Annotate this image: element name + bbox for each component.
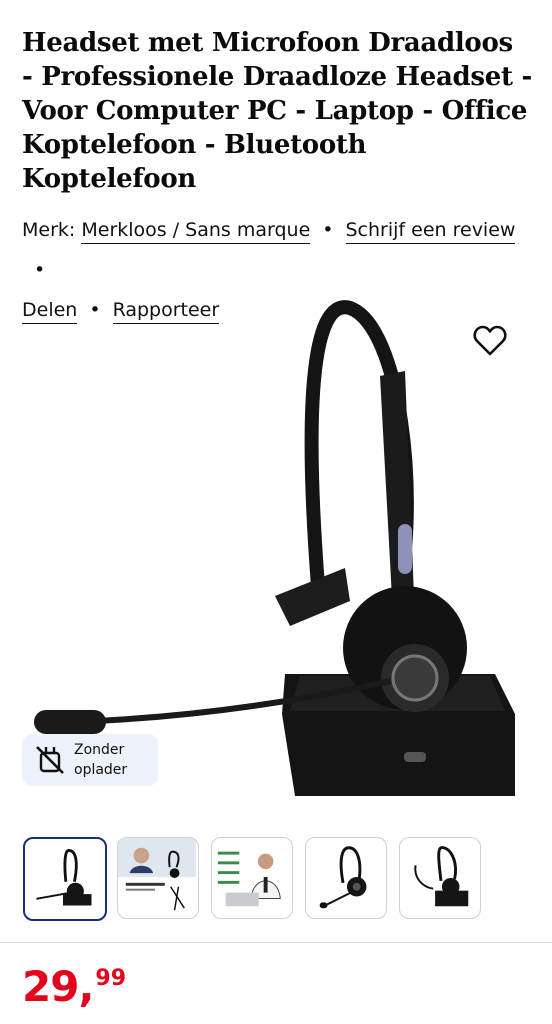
price-whole: 29 bbox=[22, 962, 79, 1011]
thumbnail-strip bbox=[23, 837, 543, 921]
product-title: Headset met Microfoon Draadloos - Profes… bbox=[22, 28, 532, 194]
badge-line-1: Zonder bbox=[74, 742, 125, 758]
separator-dot: • bbox=[34, 259, 46, 281]
price: 29,99 bbox=[22, 962, 126, 1011]
divider bbox=[0, 942, 552, 943]
brand-link[interactable]: Merkloos / Sans marque bbox=[81, 219, 311, 244]
no-charger-text: Zonder oplader bbox=[74, 740, 127, 780]
thumb-headset-dock[interactable] bbox=[23, 837, 107, 921]
thumb-headset-on-dock[interactable] bbox=[399, 837, 481, 919]
brand-label: Merk: bbox=[22, 219, 76, 241]
product-image[interactable] bbox=[0, 296, 552, 808]
thumb-man-with-laptop[interactable] bbox=[211, 837, 293, 919]
thumb-woman-with-headset[interactable] bbox=[117, 837, 199, 919]
no-charger-badge: Zonder oplader bbox=[22, 734, 158, 786]
heart-icon[interactable] bbox=[473, 325, 507, 357]
separator-dot: • bbox=[322, 219, 334, 241]
price-comma: , bbox=[78, 962, 94, 1011]
thumb-headset-only[interactable] bbox=[305, 837, 387, 919]
write-review-link[interactable]: Schrijf een review bbox=[345, 219, 516, 244]
badge-line-2: oplader bbox=[74, 762, 128, 778]
no-charger-icon bbox=[36, 746, 64, 774]
price-cents: 99 bbox=[95, 966, 127, 991]
